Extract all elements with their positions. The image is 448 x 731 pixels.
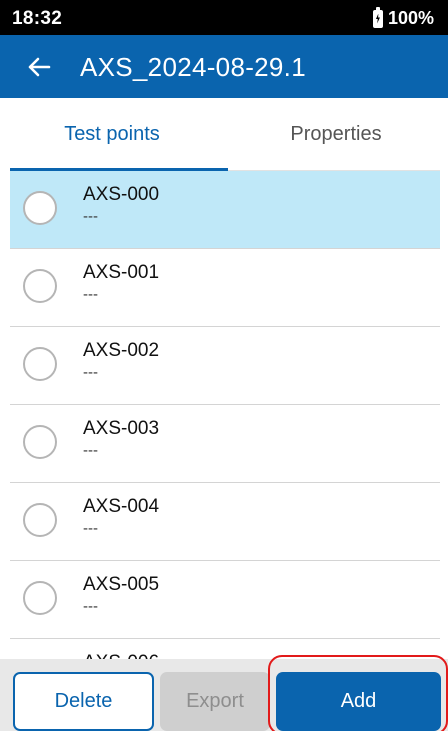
test-point-name: AXS-001 bbox=[83, 262, 160, 283]
list-item[interactable]: AXS-001 --- bbox=[10, 249, 440, 327]
list-item[interactable]: AXS-006 --- bbox=[10, 639, 440, 661]
delete-button[interactable]: Delete bbox=[13, 672, 154, 731]
test-point-name: AXS-003 bbox=[83, 418, 160, 439]
list-item[interactable]: AXS-005 --- bbox=[10, 561, 440, 639]
tab-test-points[interactable]: Test points bbox=[0, 98, 224, 170]
radio-button[interactable] bbox=[23, 425, 57, 459]
radio-button[interactable] bbox=[23, 191, 57, 225]
list-item[interactable]: AXS-003 --- bbox=[10, 405, 440, 483]
battery-status: 100% bbox=[372, 6, 434, 29]
right-margin bbox=[440, 98, 448, 659]
left-margin bbox=[0, 98, 10, 659]
test-point-name: AXS-004 bbox=[83, 496, 160, 517]
test-point-status: --- bbox=[83, 442, 98, 459]
radio-button[interactable] bbox=[23, 503, 57, 537]
app-bar: AXS_2024-08-29.1 bbox=[0, 35, 448, 98]
list-item[interactable]: AXS-002 --- bbox=[10, 327, 440, 405]
test-point-name: AXS-005 bbox=[83, 574, 160, 595]
status-time: 18:32 bbox=[12, 8, 63, 29]
battery-charging-icon bbox=[372, 6, 383, 28]
test-point-status: --- bbox=[83, 520, 98, 537]
radio-button[interactable] bbox=[23, 347, 57, 381]
tab-bar: Test points Properties bbox=[0, 98, 448, 171]
arrow-left-icon bbox=[28, 57, 51, 77]
status-bar: 18:32 100% bbox=[0, 0, 448, 35]
test-point-status: --- bbox=[83, 286, 98, 303]
test-point-list[interactable]: AXS-000 --- AXS-001 --- AXS-002 --- AXS-… bbox=[10, 171, 440, 661]
test-point-name: AXS-002 bbox=[83, 340, 160, 361]
export-button: Export bbox=[160, 672, 270, 731]
test-point-status: --- bbox=[83, 208, 98, 225]
radio-button[interactable] bbox=[23, 581, 57, 615]
device-screen: 18:32 100% AXS_2024-08-29.1 Test points … bbox=[0, 0, 448, 731]
action-bar: Delete Export Add bbox=[0, 659, 448, 731]
add-button[interactable]: Add bbox=[276, 672, 441, 731]
test-point-status: --- bbox=[83, 364, 98, 381]
back-button[interactable] bbox=[24, 52, 54, 82]
page-title: AXS_2024-08-29.1 bbox=[80, 52, 306, 82]
list-item[interactable]: AXS-004 --- bbox=[10, 483, 440, 561]
test-point-status: --- bbox=[83, 598, 98, 615]
list-item[interactable]: AXS-000 --- bbox=[10, 171, 440, 249]
test-point-name: AXS-000 bbox=[83, 184, 160, 205]
tab-properties[interactable]: Properties bbox=[224, 98, 448, 170]
battery-level: 100% bbox=[387, 8, 434, 28]
radio-button[interactable] bbox=[23, 269, 57, 303]
